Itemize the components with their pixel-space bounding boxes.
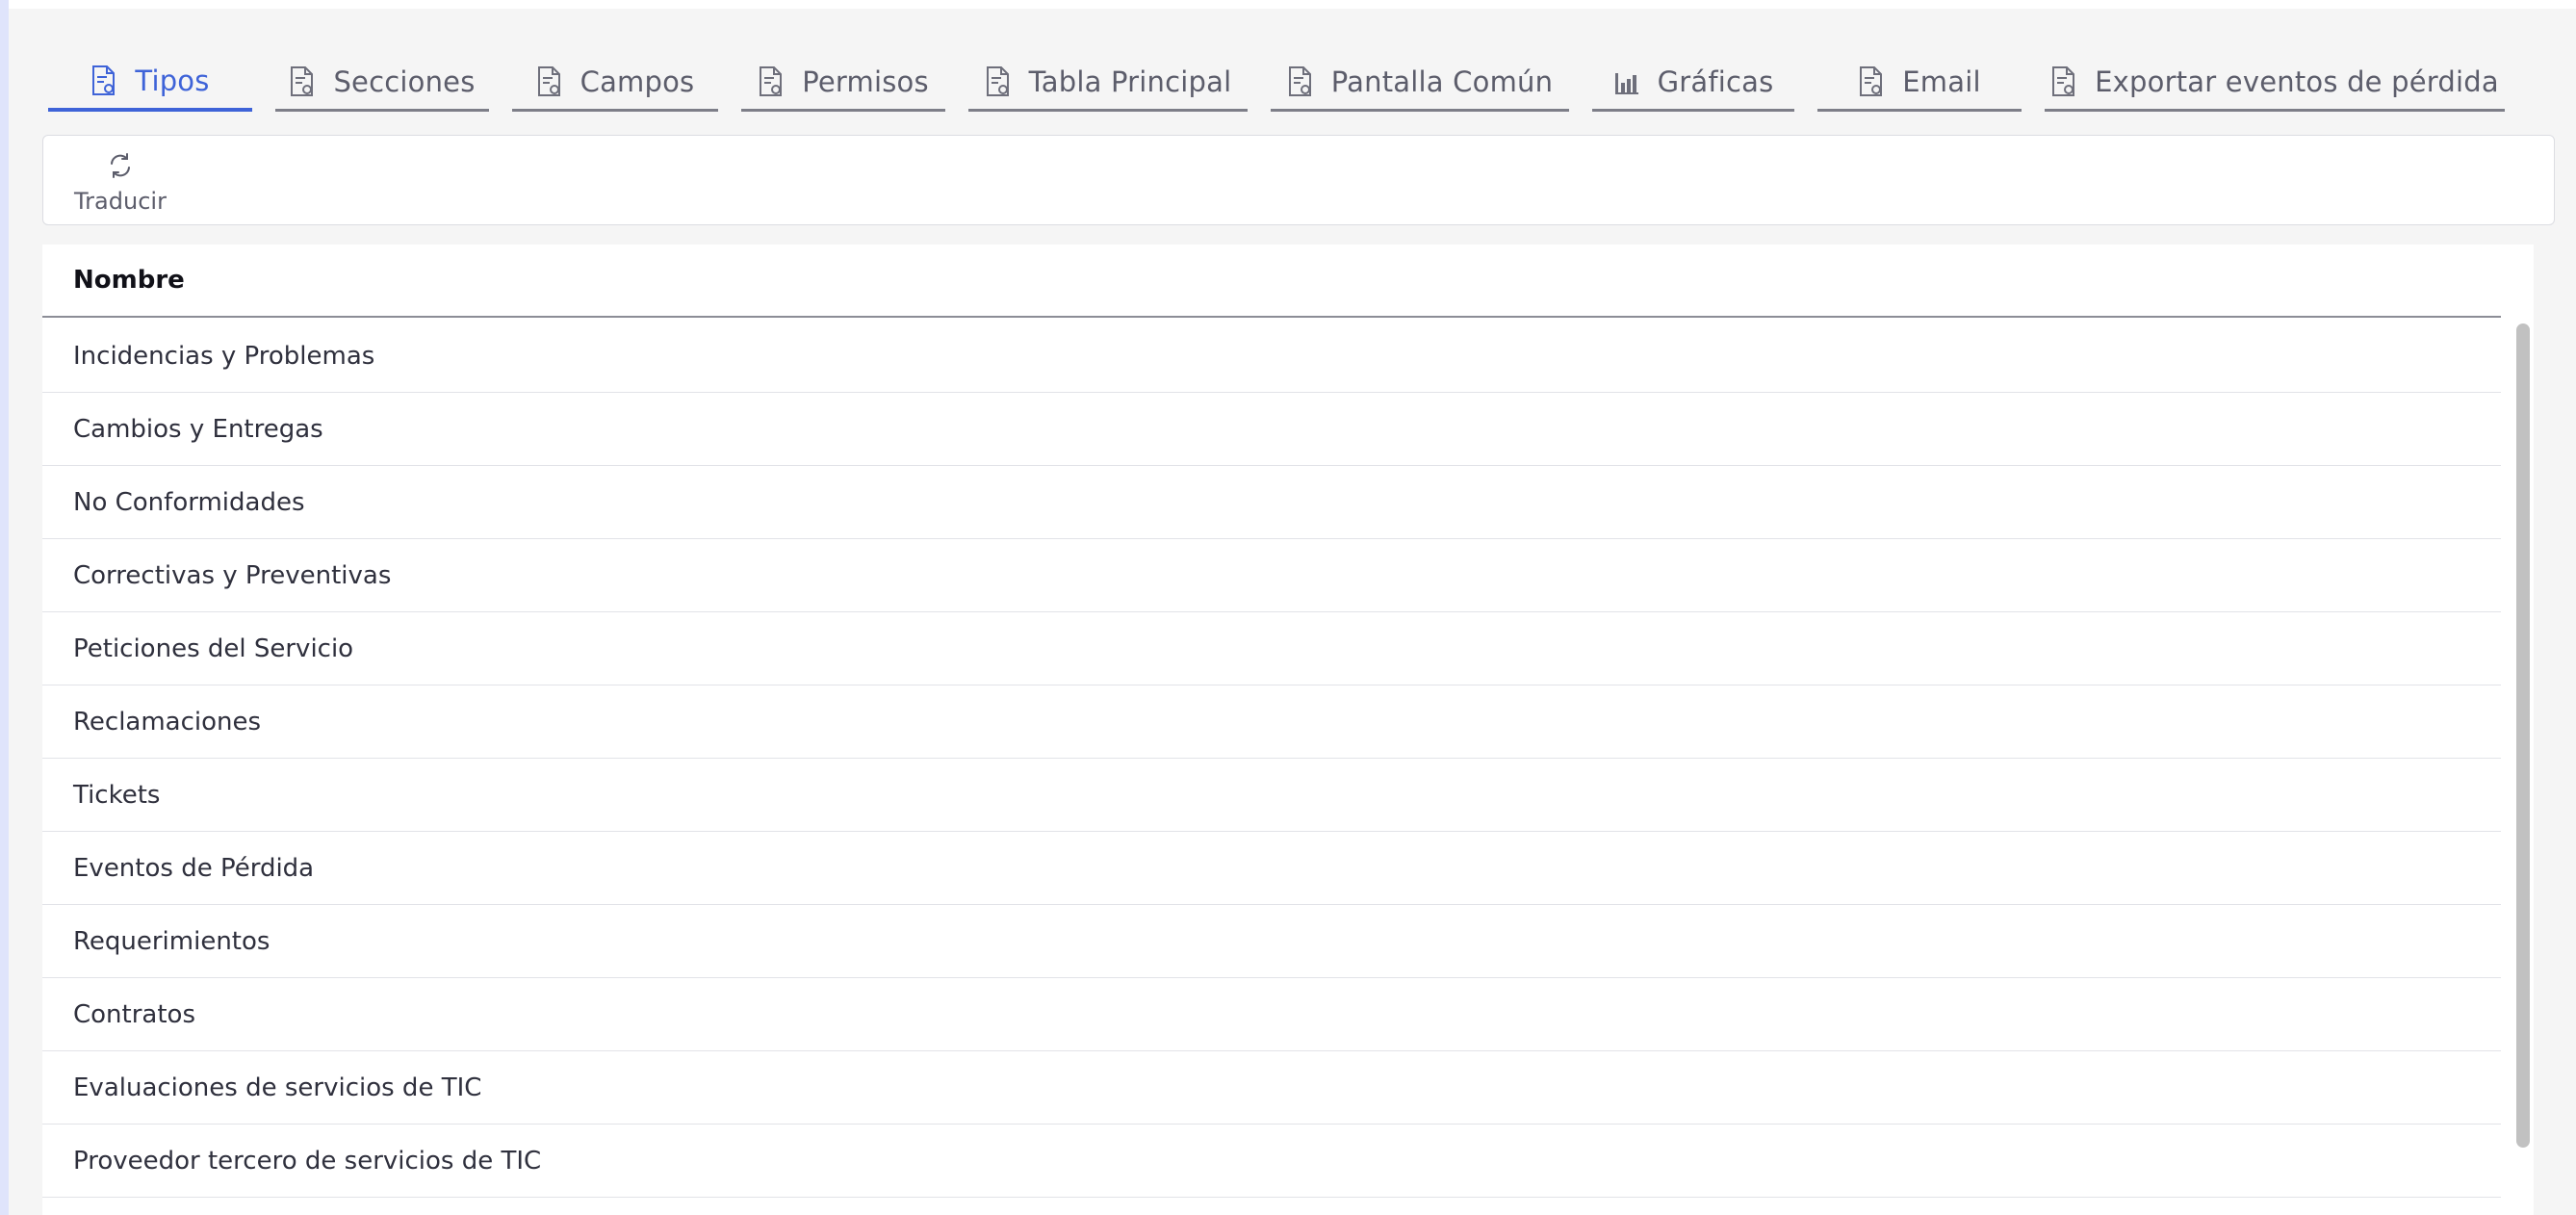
tab-exportar-eventos[interactable]: Exportar eventos de pérdida: [2045, 54, 2505, 112]
tab-label: Email: [1902, 65, 1981, 98]
document-gear-icon: [1287, 65, 1314, 98]
translate-button[interactable]: Traducir: [63, 145, 178, 219]
types-table: Nombre Incidencias y Problemas Cambios y…: [42, 245, 2534, 1215]
column-header-nombre[interactable]: Nombre: [42, 245, 2501, 318]
document-gear-icon: [289, 65, 316, 98]
table-row[interactable]: Proveedor tercero de servicios de TIC: [42, 1125, 2501, 1198]
translate-label: Traducir: [74, 188, 167, 215]
tab-label: Campos: [580, 65, 695, 98]
tab-label: Pantalla Común: [1330, 65, 1554, 98]
tab-campos[interactable]: Campos: [512, 54, 718, 112]
top-strip: [9, 0, 2576, 9]
tab-pantalla-comun[interactable]: Pantalla Común: [1271, 54, 1569, 112]
tab-label: Exportar eventos de pérdida: [2095, 65, 2499, 98]
bar-chart-icon: [1613, 65, 1640, 98]
document-gear-icon: [2050, 65, 2077, 98]
left-edge-stripe: [0, 0, 9, 1215]
tab-secciones[interactable]: Secciones: [275, 54, 489, 112]
scrollbar-thumb[interactable]: [2516, 323, 2530, 1148]
table-row[interactable]: Reclamaciones: [42, 685, 2501, 759]
table-row[interactable]: Cambios y Entregas: [42, 393, 2501, 466]
tab-label: Secciones: [333, 65, 476, 98]
document-gear-icon: [1858, 65, 1885, 98]
tab-label: Permisos: [802, 65, 929, 98]
table-row[interactable]: Contratos: [42, 978, 2501, 1051]
document-gear-icon: [985, 65, 1012, 98]
tab-label: Gráficas: [1657, 65, 1774, 98]
tab-permisos[interactable]: Permisos: [741, 54, 945, 112]
tab-bar: Tipos Secciones Campos Permisos Tabla Pr…: [48, 54, 2505, 114]
document-gear-icon: [90, 65, 117, 97]
table-row[interactable]: Correctivas y Preventivas: [42, 539, 2501, 612]
table-row[interactable]: Eventos de Pérdida: [42, 832, 2501, 905]
tab-tipos[interactable]: Tipos: [48, 54, 252, 112]
table-row[interactable]: No Conformidades: [42, 466, 2501, 539]
table-row[interactable]: Evaluaciones de servicios de TIC: [42, 1051, 2501, 1125]
tab-email[interactable]: Email: [1817, 54, 2022, 112]
tab-graficas[interactable]: Gráficas: [1592, 54, 1794, 112]
toolbar: Traducir: [42, 135, 2555, 225]
refresh-icon: [106, 151, 135, 180]
table-row[interactable]: Tickets: [42, 759, 2501, 832]
table-body: Incidencias y Problemas Cambios y Entreg…: [42, 320, 2501, 1198]
table-row[interactable]: Incidencias y Problemas: [42, 320, 2501, 393]
tab-label: Tabla Principal: [1028, 65, 1232, 98]
table-row[interactable]: Peticiones del Servicio: [42, 612, 2501, 685]
table-row[interactable]: Requerimientos: [42, 905, 2501, 978]
document-gear-icon: [536, 65, 563, 98]
tab-label: Tipos: [135, 65, 210, 97]
tab-tabla-principal[interactable]: Tabla Principal: [968, 54, 1248, 112]
document-gear-icon: [758, 65, 785, 98]
